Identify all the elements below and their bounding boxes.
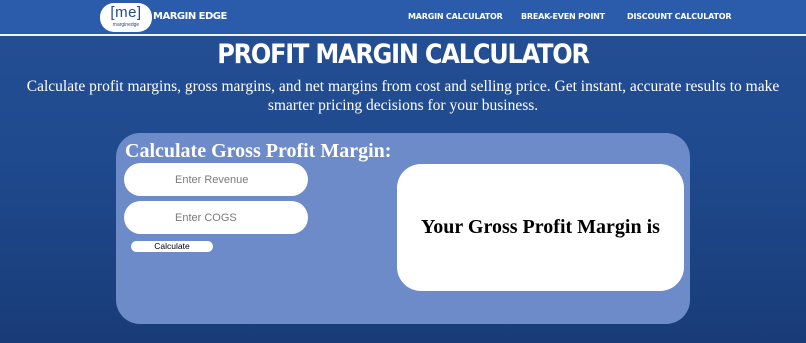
calculate-button[interactable]: Calculate [131,241,213,252]
logo-subtext: marginedge [112,22,140,28]
nav-margin-calculator[interactable]: MARGIN CALCULATOR [408,12,503,21]
nav-discount-calculator[interactable]: DISCOUNT CALCULATOR [627,12,732,21]
cogs-input[interactable] [124,201,308,234]
logo-mark: [me] [110,4,142,21]
calculator-card: Calculate Gross Profit Margin: Calculate… [116,133,690,324]
nav-break-even-point[interactable]: BREAK-EVEN POINT [521,12,605,21]
result-box: Your Gross Profit Margin is [397,164,684,291]
revenue-input[interactable] [124,163,308,196]
intro-text: Calculate profit margins, gross margins,… [26,78,780,114]
logo[interactable]: [me] marginedge [100,3,152,32]
navbar: [me] marginedge MARGIN EDGE MARGIN CALCU… [0,0,806,36]
result-label: Your Gross Profit Margin is [421,216,660,238]
page-title: PROFIT MARGIN CALCULATOR [217,38,590,70]
brand-name[interactable]: MARGIN EDGE [153,11,227,22]
calculator-heading: Calculate Gross Profit Margin: [125,140,392,162]
